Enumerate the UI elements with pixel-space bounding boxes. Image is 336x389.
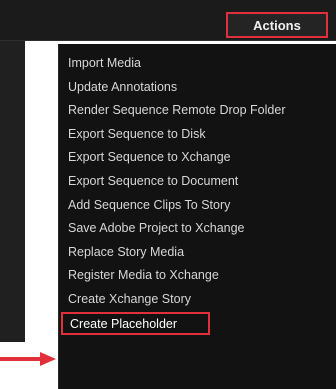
menu-item-replace-story-media[interactable]: Replace Story Media — [59, 241, 336, 265]
menu-item-render-sequence-remote-drop-folder[interactable]: Render Sequence Remote Drop Folder — [59, 99, 336, 123]
menu-item-add-sequence-clips-to-story[interactable]: Add Sequence Clips To Story — [59, 194, 336, 218]
menu-item-import-media[interactable]: Import Media — [59, 52, 336, 76]
actions-button[interactable]: Actions — [226, 12, 328, 38]
menu-list: Import Media Update Annotations Render S… — [59, 52, 336, 336]
app-window: Actions Import Media Update Annotations … — [0, 0, 336, 389]
menu-item-create-placeholder[interactable]: Create Placeholder — [61, 311, 210, 336]
menu-item-register-media-to-xchange[interactable]: Register Media to Xchange — [59, 264, 336, 288]
menu-item-create-xchange-story[interactable]: Create Xchange Story — [59, 288, 336, 312]
menu-item-export-sequence-to-document[interactable]: Export Sequence to Document — [59, 170, 336, 194]
menu-item-update-annotations[interactable]: Update Annotations — [59, 76, 336, 100]
left-panel — [0, 0, 25, 342]
arrow-right-icon — [0, 352, 56, 366]
top-toolbar: Actions — [0, 0, 336, 41]
menu-item-export-sequence-to-xchange[interactable]: Export Sequence to Xchange — [59, 146, 336, 170]
menu-item-save-adobe-project-to-xchange[interactable]: Save Adobe Project to Xchange — [59, 217, 336, 241]
menu-item-export-sequence-to-disk[interactable]: Export Sequence to Disk — [59, 123, 336, 147]
actions-dropdown-menu: Import Media Update Annotations Render S… — [58, 44, 336, 389]
